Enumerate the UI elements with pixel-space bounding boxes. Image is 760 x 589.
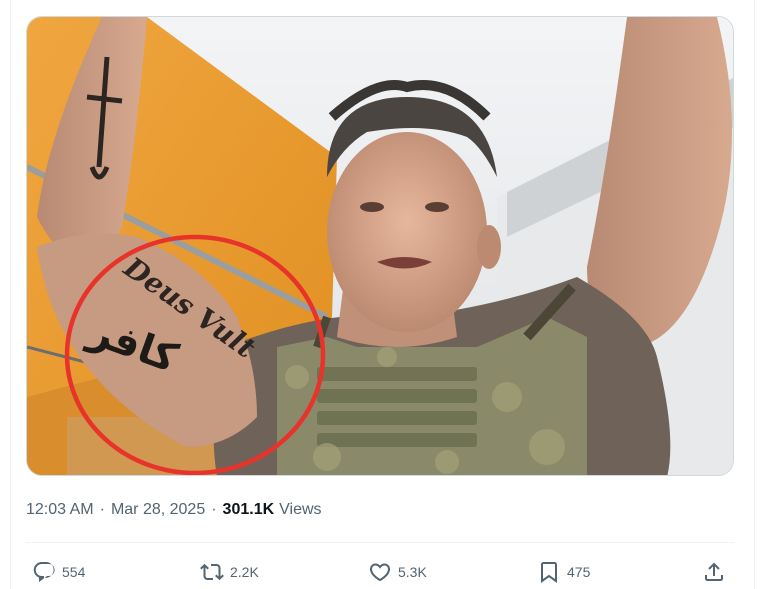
photo-illustration: Deus Vult كافر — [27, 17, 733, 475]
bookmark-count: 475 — [567, 564, 591, 580]
heart-icon — [369, 563, 391, 582]
retweet-button[interactable]: 2.2K — [200, 556, 259, 588]
tweet-date[interactable]: Mar 28, 2025 — [111, 501, 205, 519]
meta-separator: · — [99, 501, 105, 518]
like-count: 5.3K — [398, 564, 427, 580]
card-border-left — [10, 0, 11, 589]
tweet-photo[interactable]: Deus Vult كافر — [26, 16, 734, 476]
share-icon — [705, 562, 723, 581]
card-border-right — [754, 0, 755, 589]
tweet-meta: 12:03 AM · Mar 28, 2025 · 301.1K Views — [26, 499, 322, 521]
reply-icon — [33, 562, 55, 582]
retweet-icon — [200, 563, 224, 581]
bookmark-button[interactable]: 475 — [537, 556, 590, 588]
bookmark-icon — [541, 562, 557, 583]
divider — [26, 542, 734, 543]
reply-button[interactable]: 554 — [32, 556, 85, 588]
share-button[interactable] — [702, 556, 726, 588]
tweet-time[interactable]: 12:03 AM — [26, 501, 94, 519]
retweet-count: 2.2K — [230, 564, 259, 580]
like-button[interactable]: 5.3K — [368, 556, 427, 588]
tweet-actions: 554 2.2K 5.3K 475 — [26, 556, 734, 588]
views-count: 301.1K — [222, 501, 275, 518]
reply-count: 554 — [62, 564, 86, 580]
views-label: Views — [279, 501, 322, 518]
meta-separator: · — [211, 501, 217, 518]
